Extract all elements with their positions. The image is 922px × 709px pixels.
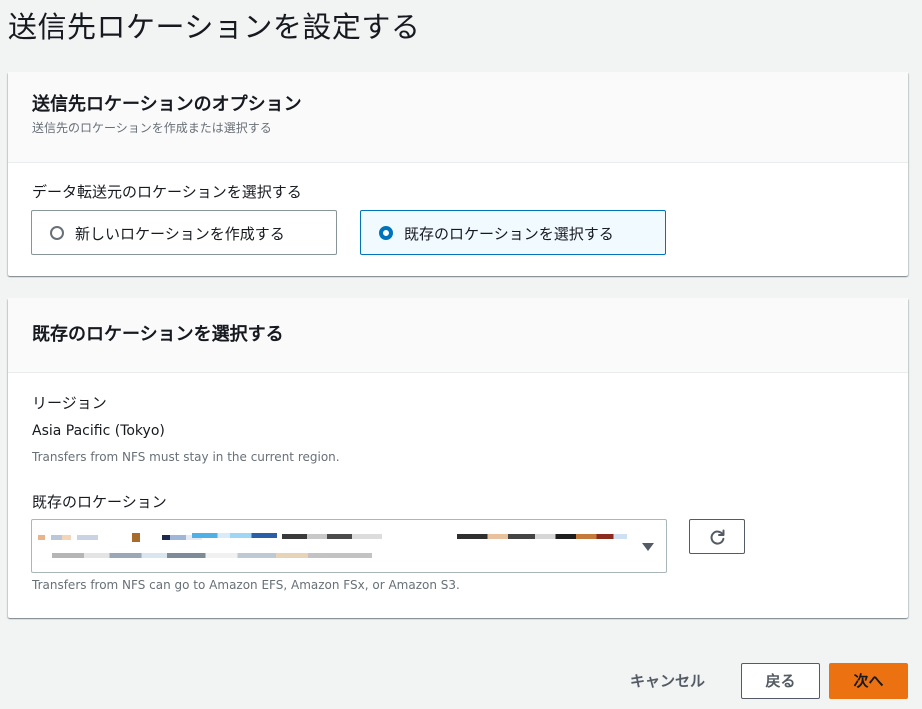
back-button[interactable]: 戻る xyxy=(741,663,820,699)
destination-options-title: 送信先ロケーションのオプション xyxy=(32,94,302,115)
refresh-button[interactable] xyxy=(689,519,745,554)
destination-options-description: 送信先のロケーションを作成または選択する xyxy=(32,121,272,135)
radio-selected-icon[interactable] xyxy=(379,226,393,240)
cancel-button[interactable]: キャンセル xyxy=(610,663,725,699)
location-choice-label: データ転送元のロケーションを選択する xyxy=(32,183,302,201)
existing-location-panel: 既存のロケーションを選択する リージョン Asia Pacific (Tokyo… xyxy=(8,298,908,618)
existing-location-select[interactable] xyxy=(31,519,667,573)
choose-existing-location-label: 既存のロケーションを選択する xyxy=(404,225,614,243)
next-button[interactable]: 次へ xyxy=(829,663,908,699)
destination-options-panel: 送信先ロケーションのオプション 送信先のロケーションを作成または選択する データ… xyxy=(8,72,908,276)
region-label: リージョン xyxy=(32,394,107,412)
page-title: 送信先ロケーションを設定する xyxy=(8,10,421,44)
existing-location-label: 既存のロケーション xyxy=(32,493,167,511)
region-value: Asia Pacific (Tokyo) xyxy=(32,423,165,439)
create-new-location-option[interactable]: 新しいロケーションを作成する xyxy=(31,210,337,255)
choose-existing-location-option[interactable]: 既存のロケーションを選択する xyxy=(360,210,666,255)
destination-options-header: 送信先ロケーションのオプション 送信先のロケーションを作成または選択する xyxy=(8,72,908,163)
existing-location-header: 既存のロケーションを選択する xyxy=(8,298,908,373)
region-hint: Transfers from NFS must stay in the curr… xyxy=(32,450,340,464)
existing-location-hint: Transfers from NFS can go to Amazon EFS,… xyxy=(32,578,460,592)
refresh-icon xyxy=(710,529,725,545)
radio-unselected-icon[interactable] xyxy=(50,226,64,240)
existing-location-title: 既存のロケーションを選択する xyxy=(32,324,284,345)
create-new-location-label: 新しいロケーションを作成する xyxy=(75,225,285,243)
caret-down-icon[interactable] xyxy=(642,543,654,551)
